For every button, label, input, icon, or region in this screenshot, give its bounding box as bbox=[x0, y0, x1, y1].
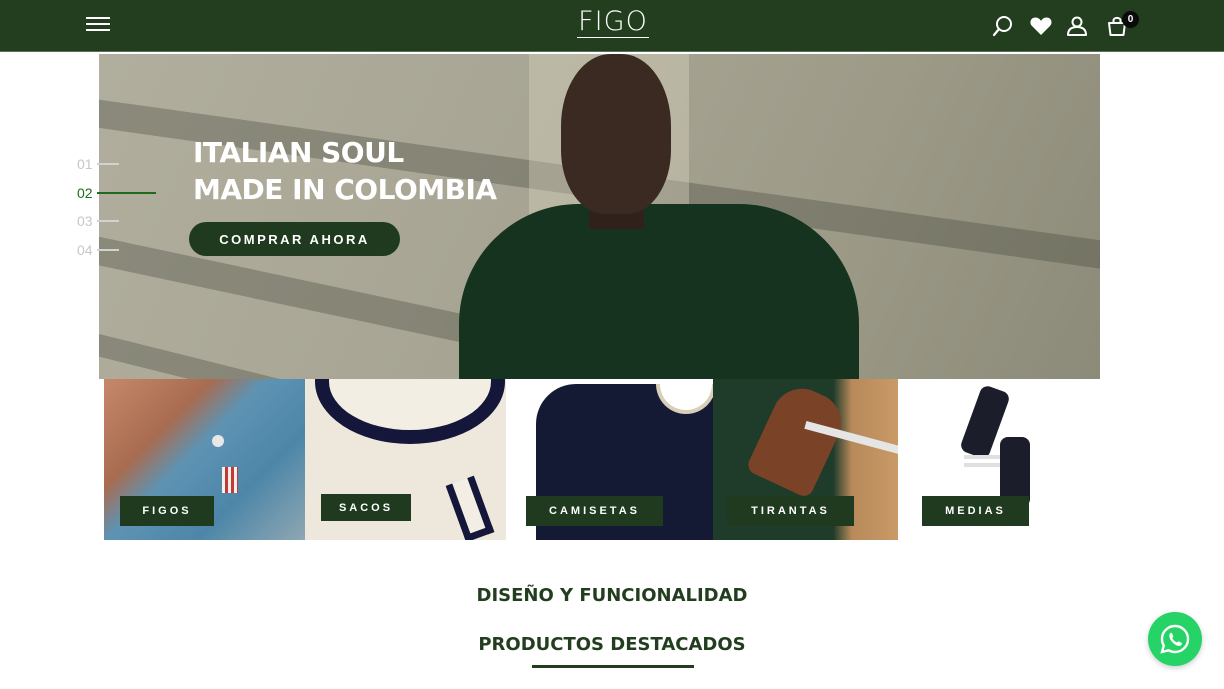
category-label: CAMISETAS bbox=[526, 496, 663, 526]
category-tile-tirantas[interactable]: TIRANTAS bbox=[713, 379, 898, 540]
category-label: FIGOS bbox=[120, 496, 214, 526]
category-label: TIRANTAS bbox=[727, 496, 854, 526]
category-tile-sacos[interactable]: SACOS bbox=[305, 379, 506, 540]
search-icon[interactable] bbox=[991, 14, 1015, 38]
section-title-underline bbox=[532, 665, 694, 668]
site-header: FIGO 0 bbox=[0, 0, 1224, 52]
whatsapp-icon bbox=[1160, 624, 1190, 654]
slide-indicator-4[interactable]: 04 bbox=[77, 236, 167, 265]
cart-count-badge: 0 bbox=[1122, 11, 1139, 28]
user-icon[interactable] bbox=[1065, 14, 1089, 38]
section-title-featured: PRODUCTOS DESTACADOS bbox=[478, 634, 746, 655]
slide-indicator-1[interactable]: 01 bbox=[77, 150, 167, 179]
category-tile-medias[interactable]: MEDIAS bbox=[898, 379, 1100, 540]
slide-indicator-2[interactable]: 02 bbox=[77, 179, 167, 208]
shop-now-button[interactable]: COMPRAR AHORA bbox=[189, 222, 400, 256]
category-tile-camisetas[interactable]: CAMISETAS bbox=[506, 379, 713, 540]
slider-navigation: 01 02 03 04 bbox=[77, 150, 167, 264]
heart-icon[interactable] bbox=[1029, 14, 1053, 38]
site-logo[interactable]: FIGO bbox=[577, 8, 649, 38]
hero-model-image bbox=[459, 204, 859, 379]
category-label: MEDIAS bbox=[922, 496, 1029, 526]
hero-banner: ITALIAN SOUL MADE IN COLOMBIA COMPRAR AH… bbox=[99, 54, 1100, 379]
hero-title: ITALIAN SOUL MADE IN COLOMBIA bbox=[193, 136, 497, 206]
category-label: SACOS bbox=[321, 494, 411, 521]
category-tile-figos[interactable]: FIGOS bbox=[104, 379, 305, 540]
menu-icon[interactable] bbox=[86, 17, 110, 35]
whatsapp-button[interactable] bbox=[1148, 612, 1202, 666]
slide-indicator-3[interactable]: 03 bbox=[77, 207, 167, 236]
section-title-design: DISEÑO Y FUNCIONALIDAD bbox=[476, 585, 748, 606]
